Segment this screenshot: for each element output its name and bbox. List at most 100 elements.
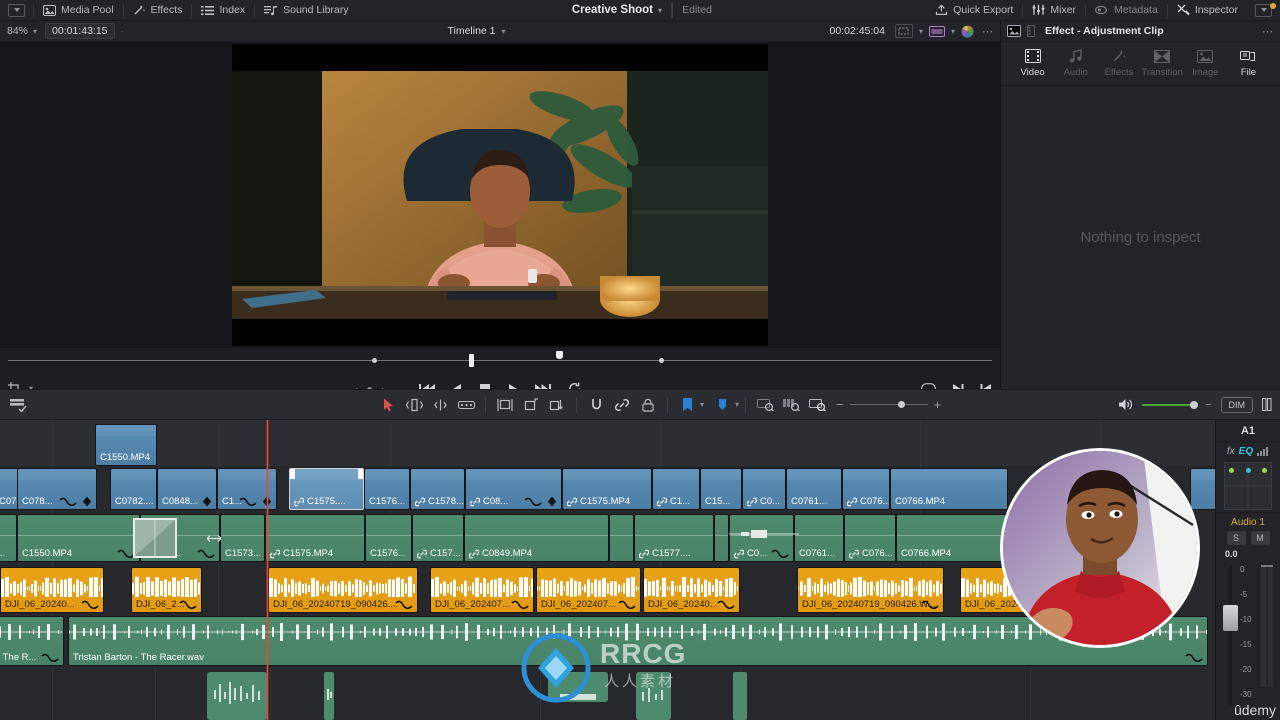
timeline-clip[interactable]: DJI_06_2... (131, 567, 202, 613)
timeline-clip[interactable]: C1550.MP4 (17, 514, 140, 562)
pointer-tool[interactable] (375, 394, 401, 416)
dynamic-trim-tool[interactable] (427, 394, 453, 416)
eq-band-node[interactable] (1229, 468, 1234, 473)
panel-toggle-button[interactable] (8, 3, 25, 17)
timeline-clip[interactable]: C1576... (364, 468, 410, 510)
tab-effects[interactable]: Effects (1097, 49, 1140, 78)
clip-keyframe-icon[interactable] (82, 496, 92, 507)
fader-track[interactable] (1229, 565, 1232, 705)
scrubber-marker[interactable] (372, 358, 377, 363)
timeline-clip[interactable]: C1573... (220, 514, 265, 562)
timeline-clip[interactable]: C0761... (786, 468, 842, 510)
timeline-clip[interactable]: C0761... (794, 514, 844, 562)
timeline-clip[interactable]: C08... (465, 468, 562, 510)
timeline-clip[interactable]: C1575.... (289, 468, 364, 510)
timeline-clip[interactable]: C157... (412, 514, 464, 562)
fade-handle-icon[interactable] (207, 534, 221, 543)
timeline-clip[interactable]: C1550.MP4 (95, 424, 157, 466)
clip-keyframe-icon[interactable] (547, 496, 557, 507)
color-wheel-icon[interactable] (961, 25, 974, 38)
timeline-zoom-slider[interactable]: − + (836, 397, 941, 412)
chevron-down-icon[interactable]: ▾ (735, 400, 739, 409)
timeline-clip[interactable] (609, 514, 634, 562)
safe-area-button[interactable] (894, 24, 913, 38)
clip-curve-icon[interactable] (81, 600, 99, 610)
timeline-clip[interactable]: DJI_06_20240... (0, 567, 104, 613)
timeline-clip[interactable]: C1578... (410, 468, 465, 510)
tab-transition[interactable]: Transition (1141, 49, 1184, 78)
clip-curve-icon[interactable] (239, 497, 257, 507)
clip-curve-icon[interactable] (197, 549, 215, 559)
clip-controls[interactable] (524, 496, 557, 507)
clip-curve-icon[interactable] (618, 600, 636, 610)
mixer-button[interactable]: Mixer (1023, 0, 1085, 21)
clip-curve-icon[interactable] (1185, 653, 1203, 663)
mixer-gain-value[interactable]: 0.0 (1216, 549, 1280, 559)
fader-knob[interactable] (1223, 605, 1238, 631)
linked-selection-tool[interactable] (609, 394, 635, 416)
chevron-down-icon[interactable]: ▾ (951, 27, 955, 36)
solo-button[interactable]: S (1226, 531, 1246, 545)
chevron-down-icon[interactable]: ▾ (33, 27, 37, 36)
timeline-clip[interactable]: DJI_06_20240719_090426.W... (797, 567, 944, 613)
clip-curve-icon[interactable] (41, 653, 59, 663)
timeline-clip[interactable]: C076... (842, 468, 890, 510)
timeline-clip[interactable]: C076... (844, 514, 896, 562)
volume-minus-icon[interactable]: − (1205, 399, 1211, 411)
flag-tool[interactable] (674, 394, 700, 416)
scrubber-marker[interactable] (659, 358, 664, 363)
timeline-clip[interactable]: C0782.... (110, 468, 157, 510)
tab-video[interactable]: Video (1011, 49, 1054, 78)
clip-controls[interactable] (202, 496, 212, 507)
zoom-slider-knob[interactable] (897, 401, 905, 408)
volume-slider-knob[interactable] (1190, 400, 1199, 409)
zoom-out-button[interactable]: − (836, 397, 844, 412)
mute-button[interactable]: M (1250, 531, 1270, 545)
tab-image[interactable]: Image (1184, 49, 1227, 78)
tab-file[interactable]: File (1227, 49, 1270, 78)
audio-meters-toggle-icon[interactable] (1262, 398, 1272, 411)
clip-curve-icon[interactable] (717, 600, 735, 610)
quick-export-button[interactable]: Quick Export (926, 0, 1022, 21)
clip-curve-icon[interactable] (511, 600, 529, 610)
viewer-zoom-level[interactable]: 84% (0, 25, 28, 37)
trim-edit-tool[interactable] (401, 394, 427, 416)
timeline-name[interactable]: Timeline 1 (447, 25, 495, 37)
transition-thumbnail[interactable] (133, 518, 177, 558)
chevron-down-icon[interactable]: ▾ (502, 27, 506, 36)
timeline-playhead[interactable] (266, 420, 269, 720)
scrubber-handle[interactable] (556, 351, 563, 359)
marker-tool[interactable] (709, 394, 735, 416)
viewer-current-timecode[interactable]: 00:01:43:15 (45, 23, 115, 39)
clip-curve-icon[interactable] (59, 497, 77, 507)
clip-curve-icon[interactable] (179, 600, 197, 610)
timeline-clip[interactable]: C1575.MP4 (562, 468, 652, 510)
lut-icon[interactable] (928, 25, 945, 38)
speaker-icon[interactable] (1118, 398, 1133, 411)
timeline-clip[interactable]: DJI_06_20240719_090426.... (268, 567, 418, 613)
volume-slider[interactable] (1142, 400, 1199, 409)
clip-curve-icon[interactable] (771, 549, 789, 559)
timeline-view-options-icon[interactable] (10, 398, 27, 412)
clip-controls[interactable] (59, 496, 92, 507)
timeline-clip[interactable]: DJI_06_202407... (430, 567, 534, 613)
blade-edit-tool[interactable] (453, 394, 479, 416)
media-pool-button[interactable]: Media Pool (34, 0, 123, 21)
index-button[interactable]: Index (192, 0, 254, 21)
viewer-scrubber[interactable] (0, 348, 1000, 368)
overwrite-clip-tool[interactable] (518, 394, 544, 416)
zoom-detail-tool[interactable] (778, 394, 804, 416)
track-a2[interactable]: - The R... Tristan Barton - The Racer.wav (0, 616, 1215, 668)
fx-label[interactable]: fx (1227, 446, 1235, 457)
chevron-down-icon[interactable]: ▾ (700, 400, 704, 409)
tab-audio[interactable]: Audio (1054, 49, 1097, 78)
timeline-clip[interactable]: C0... (742, 468, 786, 510)
chevron-down-icon[interactable]: ▾ (919, 27, 923, 36)
clip-curve-icon[interactable] (395, 600, 413, 610)
scrubber-playhead[interactable] (469, 354, 474, 367)
zoom-fit-tool[interactable] (752, 394, 778, 416)
clip-curve-icon[interactable] (921, 600, 939, 610)
track-v2[interactable]: C1550.MP4 (0, 420, 1215, 466)
video-preview[interactable] (232, 44, 768, 346)
timeline-clip[interactable]: C1... (652, 468, 700, 510)
